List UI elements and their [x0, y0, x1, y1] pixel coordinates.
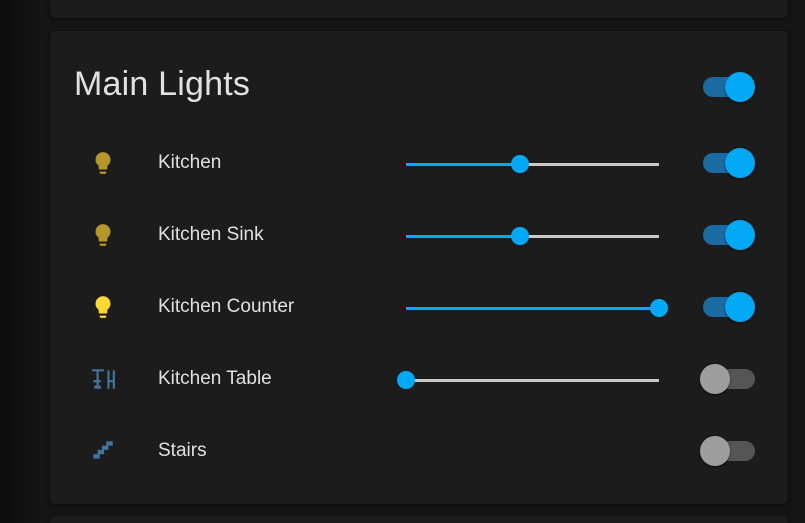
toggle-thumb — [700, 436, 730, 466]
light-row-kitchen-table: Kitchen Table — [50, 358, 788, 398]
light-toggle[interactable] — [700, 362, 756, 396]
toggle-thumb — [700, 364, 730, 394]
master-toggle[interactable] — [700, 70, 756, 104]
previous-card — [50, 0, 788, 18]
slider-knob[interactable] — [397, 371, 415, 389]
light-row-kitchen: Kitchen — [50, 142, 788, 182]
brightness-slider[interactable] — [406, 226, 659, 246]
slider-knob[interactable] — [650, 299, 668, 317]
dashboard-page: Main Lights Kitchen Kitchen Sink Kitchen… — [0, 0, 805, 523]
light-name: Stairs — [158, 440, 207, 461]
light-name: Kitchen Counter — [158, 296, 295, 317]
lightbulb-icon[interactable] — [90, 150, 116, 176]
light-toggle[interactable] — [700, 290, 756, 324]
lightbulb-icon[interactable] — [90, 294, 116, 320]
table-chair-icon[interactable] — [90, 366, 116, 392]
slider-fill — [406, 307, 659, 310]
light-name: Kitchen Sink — [158, 224, 264, 245]
light-toggle[interactable] — [700, 434, 756, 468]
slider-knob[interactable] — [510, 227, 529, 245]
light-toggle[interactable] — [700, 218, 756, 252]
brightness-slider[interactable] — [397, 370, 659, 390]
toggle-thumb — [725, 292, 755, 322]
stairs-icon[interactable] — [90, 438, 116, 464]
light-name: Kitchen — [158, 152, 222, 173]
lightbulb-icon[interactable] — [90, 222, 116, 248]
slider-fill — [406, 163, 520, 166]
brightness-slider[interactable] — [406, 298, 668, 318]
light-name: Kitchen Table — [158, 368, 272, 389]
toggle-thumb — [725, 72, 755, 102]
light-row-stairs: Stairs — [50, 430, 788, 470]
light-toggle[interactable] — [700, 146, 756, 180]
card-title: Main Lights — [74, 65, 251, 103]
slider-knob[interactable] — [510, 155, 529, 173]
slider-fill — [406, 235, 520, 238]
toggle-thumb — [725, 148, 755, 178]
main-lights-card: Main Lights Kitchen Kitchen Sink Kitchen… — [50, 31, 788, 504]
light-row-kitchen-sink: Kitchen Sink — [50, 214, 788, 254]
next-card — [50, 516, 788, 523]
toggle-thumb — [725, 220, 755, 250]
light-row-kitchen-counter: Kitchen Counter — [50, 286, 788, 326]
slider-rail — [406, 379, 659, 382]
brightness-slider[interactable] — [406, 154, 659, 174]
